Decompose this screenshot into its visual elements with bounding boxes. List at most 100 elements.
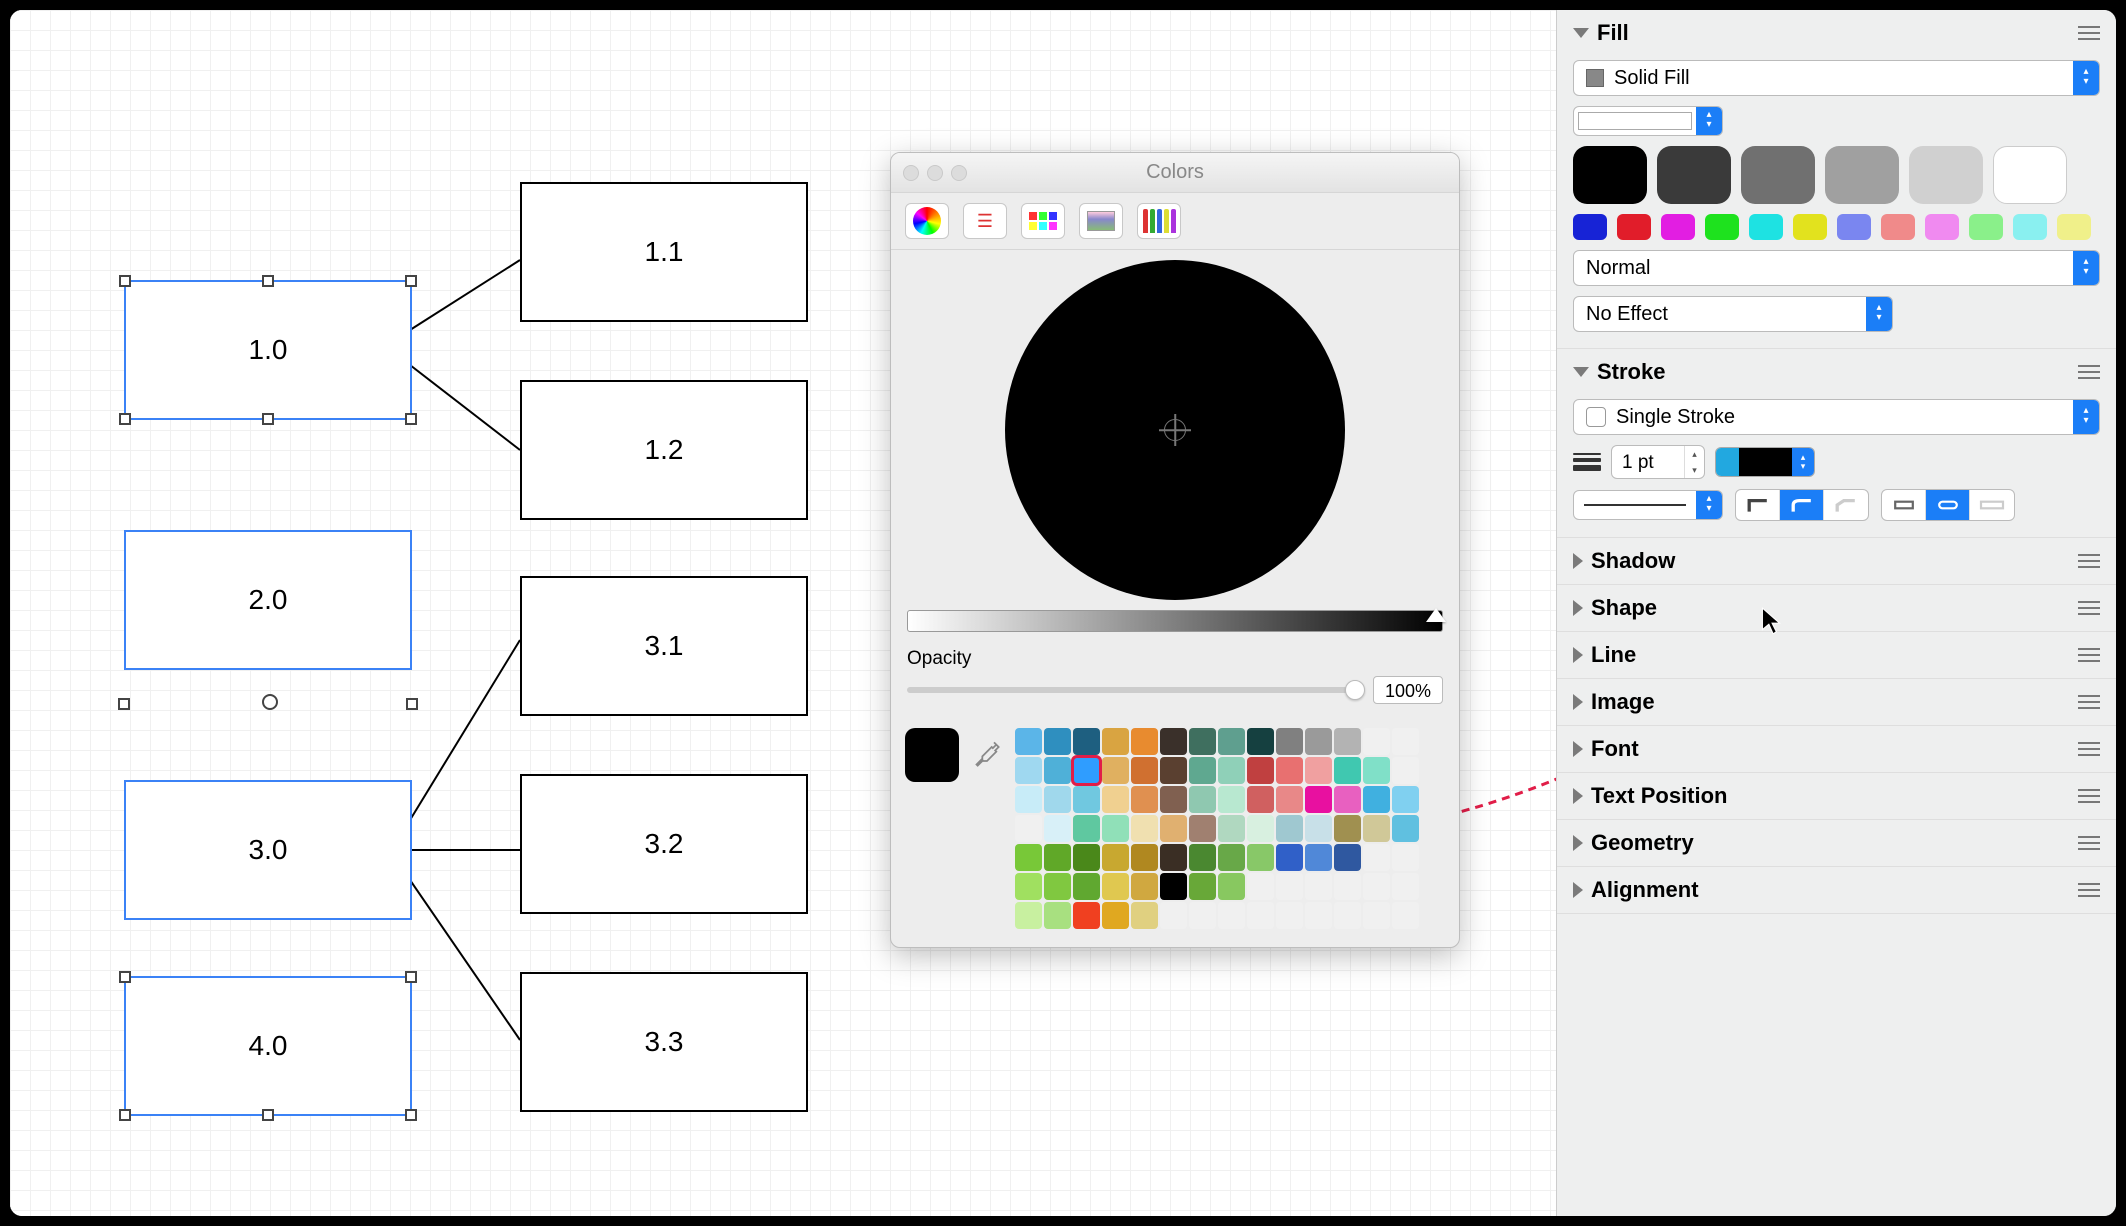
- swatch[interactable]: [1247, 728, 1274, 755]
- swatch[interactable]: [1363, 757, 1390, 784]
- swatch[interactable]: [1334, 815, 1361, 842]
- swatch[interactable]: [1160, 728, 1187, 755]
- section-menu-icon[interactable]: [2078, 742, 2100, 756]
- disclosure-triangle-icon[interactable]: [1573, 788, 1583, 804]
- swatch[interactable]: [1218, 873, 1245, 900]
- quick-color-swatch[interactable]: [1825, 146, 1899, 204]
- cap-square-icon[interactable]: [1970, 490, 2014, 520]
- section-menu-icon[interactable]: [2078, 695, 2100, 709]
- swatch[interactable]: [1015, 873, 1042, 900]
- swatch[interactable]: [1305, 786, 1332, 813]
- swatch[interactable]: [1015, 815, 1042, 842]
- quick-color-swatch[interactable]: [1925, 214, 1959, 240]
- section-menu-icon[interactable]: [2078, 836, 2100, 850]
- brightness-slider[interactable]: [907, 610, 1443, 632]
- swatch[interactable]: [1218, 757, 1245, 784]
- section-menu-icon[interactable]: [2078, 789, 2100, 803]
- node-3-1[interactable]: 3.1: [520, 576, 808, 716]
- section-header[interactable]: Alignment: [1557, 867, 2116, 913]
- color-palettes-tab[interactable]: [1021, 203, 1065, 239]
- swatch[interactable]: [1073, 786, 1100, 813]
- swatch[interactable]: [1218, 728, 1245, 755]
- swatch[interactable]: [1334, 786, 1361, 813]
- quick-color-swatch[interactable]: [1573, 146, 1647, 204]
- current-color-swatch[interactable]: [905, 728, 959, 782]
- swatch[interactable]: [1363, 873, 1390, 900]
- swatch[interactable]: [1073, 902, 1100, 929]
- swatch[interactable]: [1015, 844, 1042, 871]
- opacity-value[interactable]: 100%: [1373, 676, 1443, 704]
- stroke-section-header[interactable]: Stroke: [1557, 349, 2116, 395]
- swatch[interactable]: [1334, 728, 1361, 755]
- stroke-type-popup[interactable]: Single Stroke: [1573, 399, 2100, 435]
- section-header[interactable]: Font: [1557, 726, 2116, 772]
- swatch[interactable]: [1160, 757, 1187, 784]
- swatch[interactable]: [1305, 902, 1332, 929]
- stroke-color-well[interactable]: ▴▾: [1715, 447, 1815, 477]
- swatch[interactable]: [1044, 815, 1071, 842]
- color-sliders-tab[interactable]: ☰: [963, 203, 1007, 239]
- swatch[interactable]: [1276, 902, 1303, 929]
- section-header[interactable]: Text Position: [1557, 773, 2116, 819]
- swatch[interactable]: [1015, 728, 1042, 755]
- swatch[interactable]: [1247, 815, 1274, 842]
- swatch[interactable]: [1276, 844, 1303, 871]
- swatch[interactable]: [1102, 757, 1129, 784]
- swatch[interactable]: [1276, 873, 1303, 900]
- swatch[interactable]: [1102, 844, 1129, 871]
- swatch[interactable]: [1276, 786, 1303, 813]
- swatch[interactable]: [1160, 844, 1187, 871]
- section-menu-icon[interactable]: [2078, 26, 2100, 40]
- section-menu-icon[interactable]: [2078, 601, 2100, 615]
- swatch[interactable]: [1131, 844, 1158, 871]
- swatch[interactable]: [1102, 728, 1129, 755]
- swatch[interactable]: [1044, 902, 1071, 929]
- swatch[interactable]: [1073, 815, 1100, 842]
- fill-type-popup[interactable]: Solid Fill: [1573, 60, 2100, 96]
- node-4-0[interactable]: 4.0: [124, 976, 412, 1116]
- node-3-2[interactable]: 3.2: [520, 774, 808, 914]
- opacity-slider-thumb[interactable]: [1345, 680, 1365, 700]
- swatch[interactable]: [1044, 844, 1071, 871]
- swatch[interactable]: [1247, 844, 1274, 871]
- section-menu-icon[interactable]: [2078, 883, 2100, 897]
- node-2-0[interactable]: 2.0: [124, 530, 412, 670]
- swatch[interactable]: [1334, 873, 1361, 900]
- disclosure-triangle-icon[interactable]: [1573, 835, 1583, 851]
- swatch[interactable]: [1305, 873, 1332, 900]
- disclosure-triangle-icon[interactable]: [1573, 882, 1583, 898]
- eyedropper-icon[interactable]: [973, 740, 1001, 768]
- swatch[interactable]: [1218, 902, 1245, 929]
- swatch[interactable]: [1305, 844, 1332, 871]
- swatch[interactable]: [1392, 728, 1419, 755]
- swatch[interactable]: [1334, 902, 1361, 929]
- disclosure-triangle-icon[interactable]: [1573, 600, 1583, 616]
- swatch[interactable]: [1392, 902, 1419, 929]
- section-menu-icon[interactable]: [2078, 365, 2100, 379]
- swatch[interactable]: [1102, 902, 1129, 929]
- swatch[interactable]: [1334, 844, 1361, 871]
- quick-color-swatch[interactable]: [1657, 146, 1731, 204]
- swatch[interactable]: [1305, 757, 1332, 784]
- colors-panel[interactable]: Colors ☰: [890, 152, 1460, 948]
- quick-color-swatch[interactable]: [1573, 214, 1607, 240]
- corner-round-icon[interactable]: [1780, 490, 1824, 520]
- quick-color-swatch[interactable]: [1881, 214, 1915, 240]
- cap-style-segmented[interactable]: [1881, 489, 2015, 521]
- opacity-slider[interactable]: [907, 687, 1363, 693]
- stroke-weight-input[interactable]: 1 pt ▴▾: [1611, 445, 1705, 479]
- swatch[interactable]: [1015, 902, 1042, 929]
- cap-round-icon[interactable]: [1926, 490, 1970, 520]
- swatch[interactable]: [1044, 873, 1071, 900]
- swatch[interactable]: [1131, 902, 1158, 929]
- swatch[interactable]: [1102, 815, 1129, 842]
- disclosure-triangle-icon[interactable]: [1573, 647, 1583, 663]
- quick-color-swatch[interactable]: [2013, 214, 2047, 240]
- swatch[interactable]: [1160, 873, 1187, 900]
- swatch[interactable]: [1189, 728, 1216, 755]
- swatch[interactable]: [1392, 757, 1419, 784]
- colors-panel-titlebar[interactable]: Colors: [891, 153, 1459, 193]
- swatch[interactable]: [1131, 757, 1158, 784]
- section-menu-icon[interactable]: [2078, 554, 2100, 568]
- swatch[interactable]: [1160, 902, 1187, 929]
